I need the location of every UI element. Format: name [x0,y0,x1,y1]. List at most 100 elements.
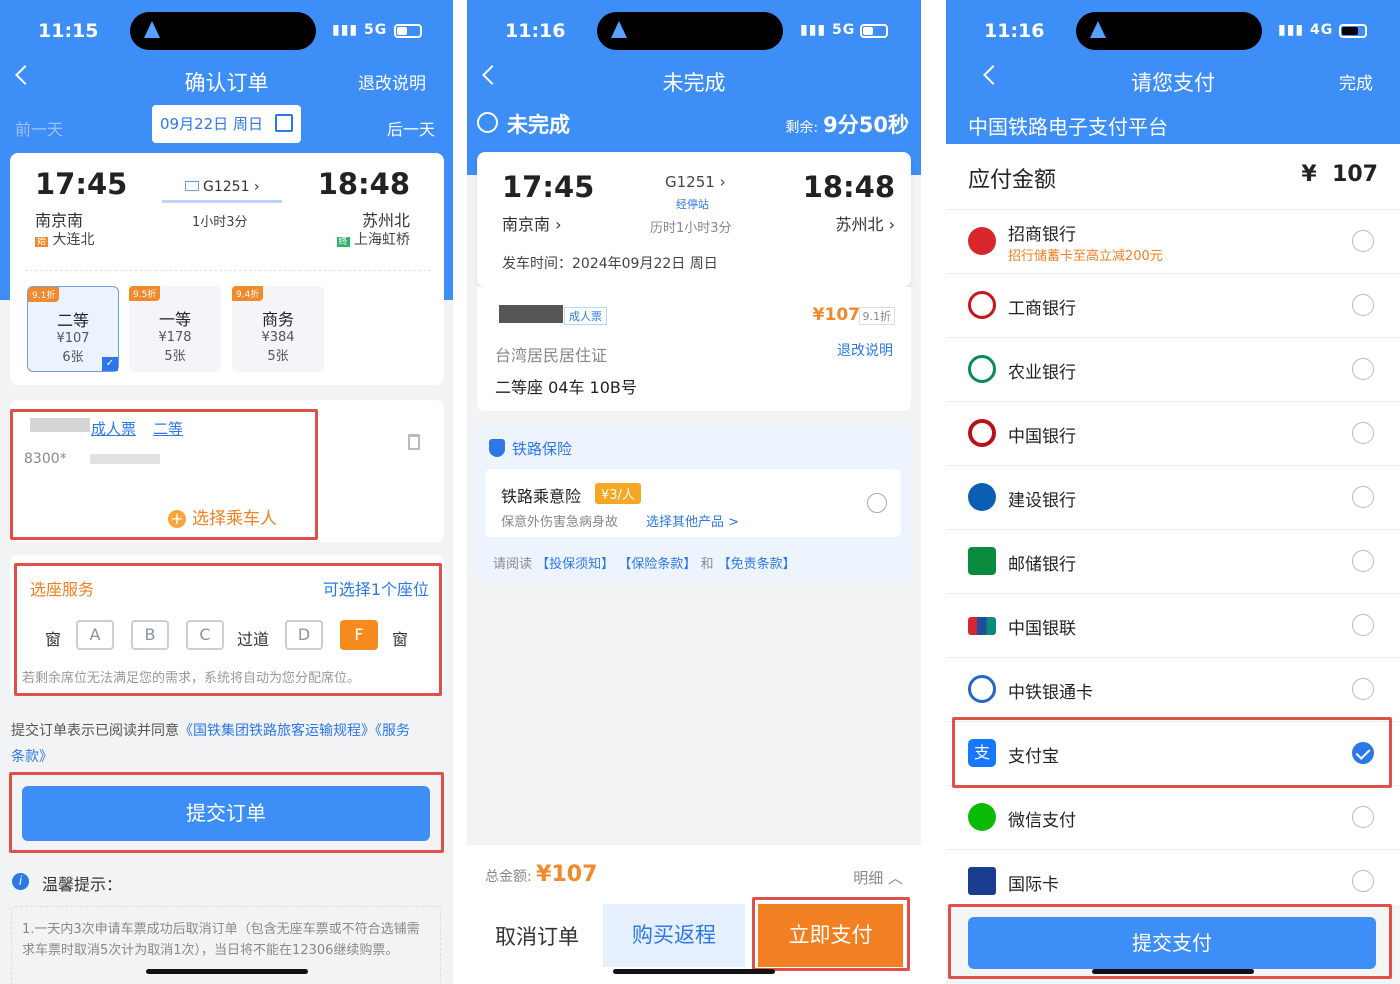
home-indicator [146,969,308,974]
bank-radio[interactable] [1352,294,1374,316]
next-day-button[interactable]: 后一天 [387,116,435,140]
train-number[interactable]: G1251 › [665,173,726,191]
date-picker[interactable]: 09月22日 周日 [152,105,301,143]
bank-name: 中国银行 [1008,427,1076,447]
arrival-station-name: 苏州北 [835,215,884,234]
payment-screen: 11:16 ▮▮▮ 4G 请您支付 完成 中国铁路电子支付平台 应付金额 ¥ 1… [946,0,1400,984]
terms-link[interactable]: 条款》 [11,749,53,765]
insurance-card: 铁路保险 铁路乘意险 ¥3/人 保意外伤害急病身故 选择其他产品 > 请阅读 【… [477,425,911,580]
insurance-radio[interactable] [867,493,887,513]
cmb-icon [968,227,996,255]
home-indicator [1092,969,1254,974]
insurance-price: ¥3/人 [595,483,641,504]
amount-number: 107 [1332,162,1378,187]
id-type: 台湾居民居住证 [495,346,608,365]
bank-row-crcard[interactable]: 中铁银通卡 [946,658,1400,722]
info-icon: i [12,873,29,890]
route-line [162,200,282,203]
signal-icon: ▮▮▮ 4G [1278,22,1334,38]
ticket-discount: 9.1折 [858,307,895,325]
done-button[interactable]: 完成 [1339,69,1373,94]
status-time: 11:16 [505,20,566,42]
delete-icon[interactable] [408,434,420,450]
icbc-icon [968,291,996,319]
bank-promo: 招行储蓄卡至高立减200元 [1008,249,1163,264]
train-number-text: G1251 [665,173,715,191]
bank-row-icbc[interactable]: 工商银行 [946,274,1400,338]
bank-radio[interactable] [1352,230,1374,252]
seat-class-name: 商务 [261,310,294,329]
buy-return-button[interactable]: 购买返程 [603,904,745,967]
terminus-tag: 终 [336,237,350,247]
platform-title: 中国铁路电子支付平台 [968,115,1168,139]
home-indicator [613,969,775,974]
train-number[interactable]: G1251 › [185,179,260,195]
refund-rules-link[interactable]: 退改说明 [358,69,426,94]
bank-row-psbc[interactable]: 邮储银行 [946,530,1400,594]
dynamic-island [597,12,783,50]
departure-station: 南京南 [35,211,84,230]
status-time: 11:15 [38,20,99,42]
detail-label: 明细 [853,869,884,887]
rules-link[interactable]: 《国铁集团铁路旅客运输规程》《服务 [179,723,410,739]
seat-class-business[interactable]: 9.4折 商务 ¥384 5张 [232,286,324,372]
highlight-box [9,772,444,853]
order-state: 未完成 [507,113,570,137]
and-label: 和 [700,557,714,572]
countdown-value: 9分50秒 [823,113,909,137]
divider [25,270,431,271]
terms-link[interactable]: 【保险条款】 [618,557,696,572]
arrival-time: 18:48 [802,170,895,204]
terminus-name: 上海虹桥 [354,232,410,248]
page-title: 未完成 [662,71,726,95]
bank-radio[interactable] [1352,358,1374,380]
arrival-station[interactable]: 苏州北 › [836,211,896,235]
seat-info: 二等座 04车 10B号 [495,378,637,397]
bank-radio[interactable] [1352,550,1374,572]
other-products-link[interactable]: 选择其他产品 > [646,511,739,530]
insurance-option[interactable]: 铁路乘意险 ¥3/人 保意外伤害急病身故 选择其他产品 > [485,469,901,537]
highlight-box [952,717,1392,788]
bank-radio[interactable] [1352,678,1374,700]
notice-link[interactable]: 【投保须知】 [536,557,614,572]
bank-radio[interactable] [1352,806,1374,828]
bank-row-wechat[interactable]: 微信支付 [946,786,1400,850]
abc-icon [968,355,996,383]
stops-link[interactable]: 经停站 [676,196,709,212]
bank-row-abc[interactable]: 农业银行 [946,338,1400,402]
bank-row-cmb[interactable]: 招商银行 招行储蓄卡至高立减200元 [946,210,1400,274]
bank-radio[interactable] [1352,870,1374,892]
dynamic-island [1076,12,1262,50]
prev-day-button[interactable]: 前一天 [15,116,63,140]
departure-date: 发车时间：2024年09月22日 周日 [502,256,718,272]
terminus-station: 终 上海虹桥 [336,229,410,249]
ticket-price: ¥107 [812,305,860,325]
shield-icon [489,439,505,457]
bank-row-boc[interactable]: 中国银行 [946,402,1400,466]
status-time: 11:16 [984,20,1045,42]
battery-icon [860,24,888,38]
bank-name: 中国银联 [1008,619,1076,639]
departure-station[interactable]: 南京南 › [502,211,562,235]
total-label: 总金额: [485,869,532,885]
bank-radio[interactable] [1352,486,1374,508]
countdown-label: 剩余: [785,120,819,136]
psbc-icon [968,547,996,575]
bank-row-unionpay[interactable]: 中国银联 [946,594,1400,658]
confirm-order-screen: 11:15 ▮▮▮ 5G 确认订单 退改说明 前一天 09月22日 周日 后一天… [0,0,453,984]
bank-row-ccb[interactable]: 建设银行 [946,466,1400,530]
duration: 历时1小时3分 [650,221,732,236]
exempt-link[interactable]: 【免责条款】 [718,557,796,572]
cancel-order-button[interactable]: 取消订单 [495,921,579,951]
seat-class-first[interactable]: 9.5折 一等 ¥178 5张 [129,286,221,372]
seat-class-second[interactable]: 9.1折 二等 ¥107 6张 ✓ [27,286,119,372]
insurance-desc: 保意外伤害急病身故 [501,515,619,530]
discount-tag: 9.1折 [28,287,60,302]
ticket-card: 成人票 ¥107 9.1折 台湾居民居住证 退改说明 二等座 04车 10B号 [477,287,911,411]
bank-radio[interactable] [1352,614,1374,636]
bank-radio[interactable] [1352,422,1374,444]
seat-class-price: ¥384 [261,330,295,345]
detail-toggle[interactable]: 明细 ︿ [853,867,903,888]
refund-rules-link[interactable]: 退改说明 [837,340,893,360]
departure-time: 17:45 [502,170,595,204]
